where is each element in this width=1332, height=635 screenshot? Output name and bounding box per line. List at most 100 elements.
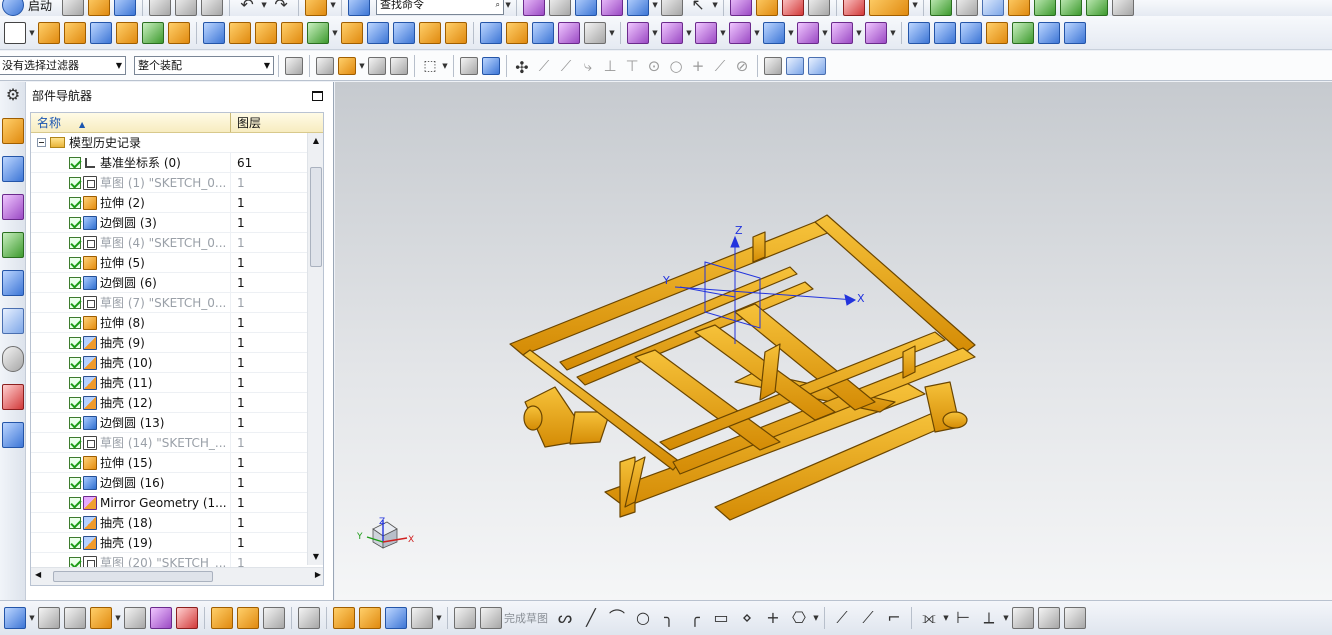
sketch-icon[interactable] bbox=[4, 21, 26, 44]
hitch-eye[interactable] bbox=[523, 405, 543, 431]
rotate-icon[interactable] bbox=[124, 607, 146, 629]
visibility-checkbox[interactable] bbox=[69, 456, 81, 469]
move-face-icon[interactable] bbox=[627, 21, 649, 44]
web-browser-icon[interactable] bbox=[2, 270, 24, 296]
rectangular-array-icon[interactable] bbox=[229, 21, 251, 44]
trim-icon[interactable] bbox=[843, 0, 866, 16]
model-view[interactable]: Z X Y Z X Y bbox=[335, 82, 1332, 600]
rectangle-tool-icon[interactable]: ▭ bbox=[710, 607, 732, 629]
point-tool-icon[interactable]: + bbox=[762, 607, 784, 629]
swept-icon[interactable] bbox=[960, 21, 982, 44]
chamfer-tool-icon[interactable]: ╭ bbox=[684, 607, 706, 629]
model-history-node[interactable]: 模型历史记录 bbox=[31, 133, 323, 153]
snap-existing-point-icon[interactable]: + bbox=[689, 57, 707, 75]
more-tools-icon[interactable] bbox=[1064, 607, 1086, 629]
maximize-icon[interactable] bbox=[312, 91, 323, 101]
visibility-checkbox[interactable] bbox=[69, 316, 81, 329]
edge-blend-icon[interactable] bbox=[480, 21, 502, 44]
combine-icon[interactable] bbox=[281, 21, 303, 44]
frame-rail-right[interactable] bbox=[814, 214, 976, 355]
feature-row[interactable]: 草图 (4) "SKETCH_0... 1 bbox=[31, 232, 323, 253]
visibility-checkbox[interactable] bbox=[69, 336, 81, 349]
vertical-scrollbar[interactable]: ▲ ▼ bbox=[307, 133, 323, 565]
reuse-library-icon[interactable] bbox=[2, 232, 24, 258]
scroll-down-icon[interactable]: ▼ bbox=[310, 549, 322, 565]
delete-icon[interactable] bbox=[782, 0, 805, 16]
copy-icon[interactable] bbox=[175, 0, 198, 16]
line-tool-icon[interactable]: ╱ bbox=[580, 607, 602, 629]
check-icon[interactable] bbox=[1034, 0, 1057, 16]
feature-row[interactable]: 抽壳 (19) 1 bbox=[31, 532, 323, 553]
snap-on-face-icon[interactable]: ⊘ bbox=[733, 57, 751, 75]
assembly-navigator-icon[interactable] bbox=[2, 118, 24, 144]
validate-icon[interactable] bbox=[1060, 0, 1083, 16]
finish-sketch-label[interactable]: 完成草图 bbox=[504, 610, 548, 626]
resize-face-icon[interactable] bbox=[763, 21, 785, 44]
show-hide-icon[interactable] bbox=[460, 56, 478, 75]
select-feature-icon[interactable] bbox=[316, 56, 334, 75]
roles-icon[interactable] bbox=[2, 422, 24, 448]
sweep-icon[interactable] bbox=[808, 0, 831, 16]
offset-curve-icon[interactable]: ⎔ bbox=[788, 607, 810, 629]
feature-row[interactable]: 草图 (14) "SKETCH_... 1 bbox=[31, 432, 323, 453]
trim-body-icon[interactable] bbox=[341, 21, 363, 44]
quick-extend-icon[interactable]: ⟋ bbox=[857, 607, 879, 629]
feature-row[interactable]: 草图 (7) "SKETCH_0... 1 bbox=[31, 292, 323, 313]
offset-face-icon[interactable] bbox=[393, 21, 415, 44]
quick-trim-icon[interactable]: ⟋ bbox=[831, 607, 853, 629]
feature-row[interactable]: 拉伸 (2) 1 bbox=[31, 192, 323, 213]
feature-name-cell[interactable]: 抽壳 (18) bbox=[31, 512, 231, 533]
make-corner-icon[interactable]: ⌐ bbox=[883, 607, 905, 629]
split-body-icon[interactable] bbox=[367, 21, 389, 44]
visibility-checkbox[interactable] bbox=[69, 536, 81, 549]
snap-control-icon[interactable]: ⤷ bbox=[579, 57, 597, 75]
snap-perpendicular-icon[interactable]: ⊤ bbox=[623, 57, 641, 75]
visibility-checkbox[interactable] bbox=[69, 256, 81, 269]
visibility-checkbox[interactable] bbox=[69, 156, 81, 169]
feature-name-cell[interactable]: 草图 (7) "SKETCH_0... bbox=[31, 292, 231, 313]
add-select-icon[interactable] bbox=[368, 56, 386, 75]
feature-name-cell[interactable]: 边倒圆 (13) bbox=[31, 412, 231, 433]
feature-name-cell[interactable]: 抽壳 (19) bbox=[31, 532, 231, 553]
wave-icon[interactable] bbox=[359, 607, 381, 629]
measure-icon[interactable] bbox=[601, 0, 624, 16]
select-icon[interactable]: ↖ bbox=[687, 0, 709, 16]
snap-midpoint-icon[interactable]: ⟋ bbox=[557, 57, 575, 75]
collapse-icon[interactable] bbox=[37, 138, 46, 147]
verify-icon[interactable] bbox=[1086, 0, 1109, 16]
visibility-checkbox[interactable] bbox=[69, 496, 81, 509]
feature-name-cell[interactable]: 抽壳 (11) bbox=[31, 372, 231, 393]
link-icon[interactable] bbox=[333, 607, 355, 629]
add-component-icon[interactable] bbox=[211, 607, 233, 629]
view-menu-icon[interactable] bbox=[4, 607, 26, 629]
feature-row[interactable]: 抽壳 (18) 1 bbox=[31, 512, 323, 533]
new-file-icon[interactable] bbox=[62, 0, 85, 16]
solid-icon[interactable] bbox=[627, 0, 650, 16]
pad-icon[interactable] bbox=[168, 21, 190, 44]
feature-row[interactable]: Mirror Geometry (1... 1 bbox=[31, 492, 323, 513]
feature-name-cell[interactable]: 拉伸 (15) bbox=[31, 452, 231, 473]
visibility-checkbox[interactable] bbox=[69, 436, 81, 449]
feature-row[interactable]: 抽壳 (12) 1 bbox=[31, 392, 323, 413]
copy-face-icon[interactable] bbox=[831, 21, 853, 44]
visibility-checkbox[interactable] bbox=[69, 236, 81, 249]
part-navigator-icon[interactable] bbox=[2, 194, 24, 220]
snap-bounded-icon[interactable] bbox=[764, 56, 782, 75]
feature-name-cell[interactable]: 拉伸 (5) bbox=[31, 252, 231, 273]
snap-center-icon[interactable]: ⊙ bbox=[645, 57, 663, 75]
feature-name-cell[interactable]: 抽壳 (10) bbox=[31, 352, 231, 373]
undo-icon[interactable]: ↶ bbox=[236, 0, 258, 16]
command-finder-input[interactable]: 查找命令 ⌕ bbox=[376, 0, 505, 15]
visibility-checkbox[interactable] bbox=[69, 196, 81, 209]
column-layer-header[interactable]: 图层 bbox=[231, 113, 323, 132]
mirror-curve-icon[interactable]: ⟗ bbox=[918, 607, 940, 629]
remove-select-icon[interactable] bbox=[390, 56, 408, 75]
sequence-icon[interactable] bbox=[411, 607, 433, 629]
sketch-task-icon[interactable] bbox=[454, 607, 476, 629]
feature-name-cell[interactable]: 抽壳 (12) bbox=[31, 392, 231, 413]
reposition-icon[interactable] bbox=[263, 607, 285, 629]
system-materials-icon[interactable] bbox=[2, 384, 24, 410]
clock-icon[interactable] bbox=[2, 346, 24, 372]
selection-scope-select[interactable]: 整个装配 ▼ bbox=[134, 56, 274, 75]
feature-name-cell[interactable]: 拉伸 (8) bbox=[31, 312, 231, 333]
